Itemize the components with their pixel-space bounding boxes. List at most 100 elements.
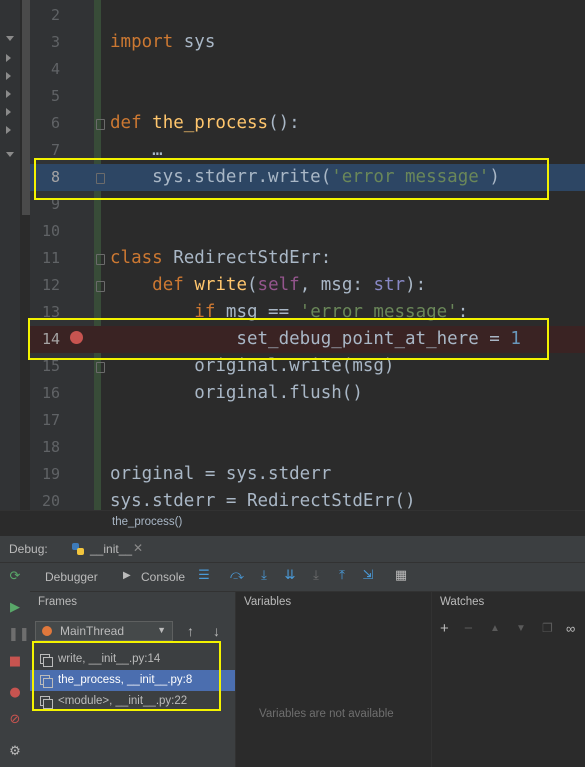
line-number[interactable]: 5 <box>30 83 60 110</box>
code-token: def <box>152 275 184 295</box>
code-line[interactable]: def write(self, msg: str): <box>110 272 426 299</box>
line-number[interactable]: 20 <box>30 488 60 510</box>
breadcrumb[interactable]: the_process() <box>0 510 585 537</box>
code-line[interactable]: import sys <box>110 29 215 56</box>
collapse-arrow-icon[interactable] <box>6 152 14 157</box>
step-into-icon[interactable]: ⇊ <box>283 569 297 583</box>
expand-arrow-icon[interactable] <box>6 54 11 62</box>
stop-icon[interactable]: ■ <box>8 655 22 669</box>
code-token: sys.stderr = RedirectStdErr() <box>110 491 416 510</box>
code-token: original.flush() <box>110 383 363 403</box>
fold-marker-icon[interactable] <box>96 281 105 292</box>
expand-arrow-icon[interactable] <box>6 90 11 98</box>
layout-icon[interactable]: ☰ <box>197 569 211 583</box>
line-number[interactable]: 6 <box>30 110 60 137</box>
move-up-icon[interactable]: ▲ <box>490 623 500 634</box>
evaluate-expression-icon[interactable]: ▦ <box>394 569 408 583</box>
line-number[interactable]: 18 <box>30 434 60 461</box>
run-configuration-tab[interactable]: __init__ <box>90 542 132 556</box>
glasses-icon[interactable]: ∞ <box>566 621 575 636</box>
code-token: ): <box>405 275 427 295</box>
step-into-my-code-icon[interactable]: ⤓ <box>309 569 323 583</box>
run-to-cursor-icon[interactable]: ⇲ <box>361 569 375 583</box>
debug-side-toolbar: ⟳ ▶ ❚❚ ■ ● ⊘ ⚙ <box>0 563 31 767</box>
tab-console[interactable]: Console <box>141 570 185 584</box>
code-token: … <box>110 140 163 160</box>
debug-toolbar: Debugger ▶ Console ☰ ⤼ ⤓ ⇊ ⤓ ⤒ ⇲ ▦ <box>30 563 585 592</box>
move-down-icon[interactable]: ▼ <box>516 623 526 634</box>
expand-arrow-icon[interactable] <box>6 126 11 134</box>
view-breakpoints-icon[interactable]: ● <box>8 686 22 700</box>
python-icon <box>71 542 85 556</box>
line-number[interactable]: 12 <box>30 272 60 299</box>
line-number[interactable]: 4 <box>30 56 60 83</box>
code-line[interactable]: sys.stderr = RedirectStdErr() <box>110 488 416 510</box>
code-token: RedirectStdErr: <box>162 248 332 268</box>
expand-arrow-icon[interactable] <box>6 108 11 116</box>
code-line[interactable]: def the_process(): <box>110 110 300 137</box>
pause-icon[interactable]: ❚❚ <box>8 628 30 642</box>
add-watch-icon[interactable]: + <box>440 620 449 637</box>
duplicate-icon[interactable]: ❐ <box>542 621 553 635</box>
thread-name: MainThread <box>60 624 125 638</box>
chevron-down-icon: ▼ <box>157 625 166 635</box>
close-icon[interactable]: ✕ <box>133 541 143 555</box>
watches-title: Watches <box>440 596 485 608</box>
code-token: ( <box>247 275 258 295</box>
code-editor[interactable]: 2 3 import sys 4 5 6 def the_process(): 7 … 8 sy… <box>0 0 585 510</box>
code-token: sys <box>173 32 216 52</box>
line-number[interactable]: 19 <box>30 461 60 488</box>
variables-empty-message: Variables are not available <box>259 708 394 720</box>
collapse-arrow-icon[interactable] <box>6 36 14 41</box>
console-icon: ▶ <box>123 570 131 581</box>
fold-marker-icon[interactable] <box>96 119 105 130</box>
settings-icon[interactable]: ⚙ <box>8 745 22 759</box>
highlight-box-frames <box>32 641 221 711</box>
line-number[interactable]: 10 <box>30 218 60 245</box>
code-token: class <box>110 248 163 268</box>
code-token: str <box>373 275 406 295</box>
variables-panel: Variables Variables are not available <box>236 592 432 767</box>
variables-title: Variables <box>244 596 292 608</box>
resume-icon[interactable]: ▶ <box>8 601 22 615</box>
code-token: self <box>257 275 300 295</box>
expand-arrow-icon[interactable] <box>6 72 11 80</box>
code-token: original = sys.stderr <box>110 464 332 484</box>
next-frame-icon[interactable]: ↓ <box>213 623 220 639</box>
thread-icon <box>42 626 52 636</box>
code-token: write <box>194 275 247 295</box>
frames-title: Frames <box>38 596 77 608</box>
editor-scrollbar[interactable] <box>22 0 30 215</box>
highlight-box-line-14 <box>28 318 549 360</box>
code-line[interactable]: original = sys.stderr <box>110 461 331 488</box>
rerun-icon[interactable]: ⟳ <box>8 570 22 584</box>
debug-label: Debug: <box>9 542 48 556</box>
code-line[interactable]: original.flush() <box>110 380 363 407</box>
line-number[interactable]: 2 <box>30 2 60 29</box>
debug-tool-window-header: Debug: __init__ ✕ <box>0 536 585 563</box>
code-line[interactable]: class RedirectStdErr: <box>110 245 331 272</box>
breadcrumb-item[interactable]: the_process() <box>112 516 182 528</box>
code-token: (): <box>268 113 300 133</box>
show-execution-point-icon[interactable]: ⤼ <box>230 569 244 583</box>
step-out-icon[interactable]: ⤒ <box>335 569 349 583</box>
watches-panel: Watches + − ▲ ▼ ❐ ∞ <box>432 592 585 767</box>
tab-debugger[interactable]: Debugger <box>45 570 98 584</box>
line-number[interactable]: 11 <box>30 245 60 272</box>
line-number[interactable]: 3 <box>30 29 60 56</box>
mute-breakpoints-icon[interactable]: ⊘ <box>8 713 22 727</box>
thread-selector[interactable]: MainThread ▼ <box>35 621 173 641</box>
line-number[interactable]: 17 <box>30 407 60 434</box>
line-number[interactable]: 16 <box>30 380 60 407</box>
step-over-icon[interactable]: ⤓ <box>257 569 271 583</box>
fold-marker-icon[interactable] <box>96 362 105 373</box>
code-token: , msg: <box>299 275 374 295</box>
previous-frame-icon[interactable]: ↑ <box>187 623 194 639</box>
fold-marker-icon[interactable] <box>96 254 105 265</box>
code-token: def <box>110 113 142 133</box>
code-token: the_process <box>152 113 269 133</box>
remove-watch-icon[interactable]: − <box>464 620 473 637</box>
